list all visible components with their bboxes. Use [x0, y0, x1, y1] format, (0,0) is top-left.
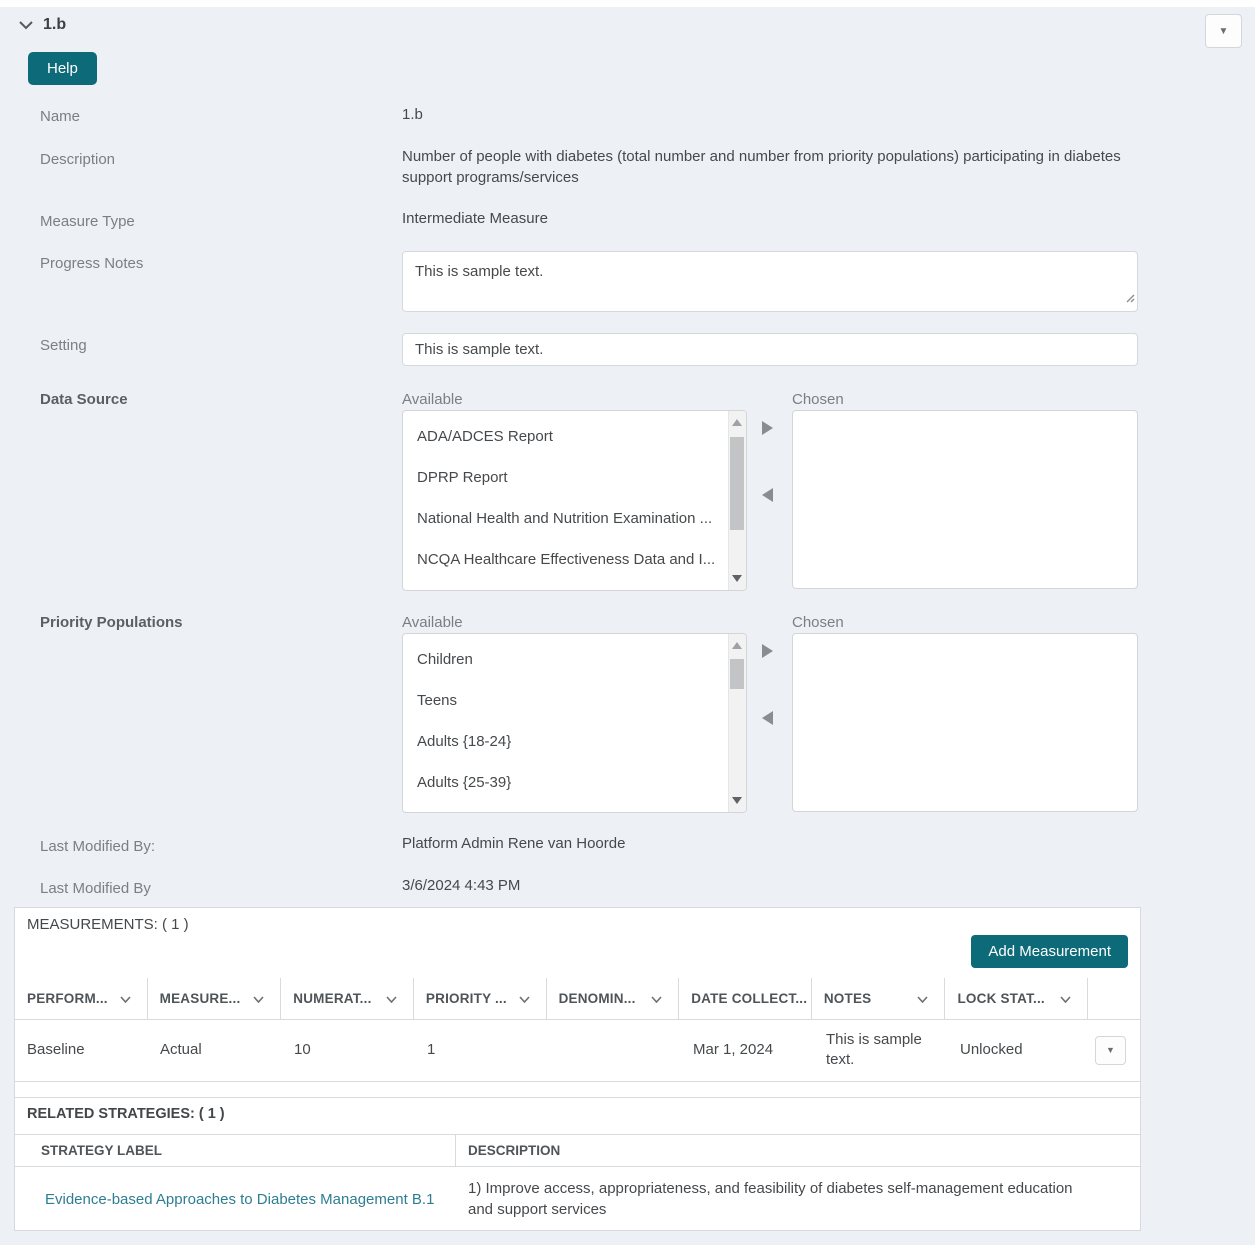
last-modified-by-label: Last Modified By:: [40, 838, 155, 855]
add-measurement-button[interactable]: Add Measurement: [971, 935, 1128, 968]
cell-lock-status: Unlocked: [948, 1040, 1091, 1060]
data-source-chosen-label: Chosen: [792, 391, 844, 408]
cell-date-collected: Mar 1, 2024: [681, 1040, 814, 1060]
resize-handle-icon[interactable]: [1123, 289, 1135, 309]
setting-input[interactable]: [402, 333, 1138, 366]
scroll-up-icon[interactable]: [732, 419, 742, 426]
last-modified-date-value: 3/6/2024 4:43 PM: [402, 875, 520, 896]
header-menu-button[interactable]: ▼: [1205, 14, 1242, 48]
measurements-table-header: PERFORM... MEASURE... NUMERAT... PRIORIT…: [15, 978, 1140, 1020]
cell-priority: 1: [415, 1040, 548, 1060]
help-button[interactable]: Help: [28, 52, 97, 85]
priority-populations-chosen-list[interactable]: [792, 633, 1138, 812]
scroll-up-icon[interactable]: [732, 642, 742, 649]
measurements-title: MEASUREMENTS: ( 1 ): [27, 916, 189, 933]
move-right-icon[interactable]: [762, 644, 773, 658]
scrollbar-thumb[interactable]: [730, 659, 744, 689]
chevron-down-icon[interactable]: [519, 991, 530, 1006]
name-value: 1.b: [402, 104, 423, 125]
section-header: 1.b: [18, 16, 66, 34]
list-item[interactable]: NCQA Healthcare Effectiveness Data and I…: [403, 539, 729, 580]
list-item[interactable]: Adults {18-24}: [403, 721, 729, 762]
column-header-strategy-label: STRATEGY LABEL: [15, 1134, 456, 1167]
measurements-panel: MEASUREMENTS: ( 1 ) Add Measurement PERF…: [14, 907, 1141, 1231]
section-divider: [15, 1097, 1140, 1098]
list-item[interactable]: DPRP Report: [403, 457, 729, 498]
scrollbar-thumb[interactable]: [730, 437, 744, 530]
list-item[interactable]: National Health and Nutrition Examinatio…: [403, 498, 729, 539]
list-item[interactable]: ADA/ADCES Report: [403, 416, 729, 457]
measure-detail-page: 1.b ▼ Help Name 1.b Description Number o…: [0, 0, 1255, 1245]
data-source-available-list[interactable]: ADA/ADCES Report DPRP Report National He…: [402, 410, 747, 591]
list-item[interactable]: Children: [403, 639, 729, 680]
data-source-chosen-list[interactable]: [792, 410, 1138, 589]
column-header-measure[interactable]: MEASURE...: [148, 978, 282, 1019]
priority-populations-available-items: Children Teens Adults {18-24} Adults {25…: [403, 634, 729, 812]
column-header-description: DESCRIPTION: [456, 1143, 1140, 1158]
move-left-icon[interactable]: [762, 488, 773, 502]
chevron-down-icon[interactable]: [120, 991, 131, 1006]
chevron-down-icon[interactable]: [651, 991, 662, 1006]
progress-notes-textarea[interactable]: This is sample text.: [402, 251, 1138, 312]
chevron-down-icon[interactable]: [1060, 991, 1071, 1006]
progress-notes-label: Progress Notes: [40, 255, 143, 272]
scrollbar[interactable]: [728, 411, 746, 590]
related-strategy-row: Evidence-based Approaches to Diabetes Ma…: [15, 1167, 1140, 1231]
column-header-date-collected[interactable]: DATE COLLECT...: [679, 978, 812, 1019]
cell-notes: This is sample text.: [814, 1030, 948, 1070]
list-item[interactable]: Adults {25-39}: [403, 762, 729, 803]
priority-populations-available-list[interactable]: Children Teens Adults {18-24} Adults {25…: [402, 633, 747, 813]
measure-type-value: Intermediate Measure: [402, 208, 548, 229]
cell-numerator: 10: [282, 1040, 415, 1060]
move-left-icon[interactable]: [762, 711, 773, 725]
data-source-available-items: ADA/ADCES Report DPRP Report National He…: [403, 411, 729, 590]
column-header-priority[interactable]: PRIORITY ...: [414, 978, 547, 1019]
related-strategies-title: RELATED STRATEGIES: ( 1 ): [27, 1106, 225, 1122]
scrollbar[interactable]: [728, 634, 746, 812]
scroll-down-icon[interactable]: [732, 575, 742, 582]
measure-type-label: Measure Type: [40, 213, 135, 230]
top-strip: [0, 0, 1255, 7]
caret-down-icon: ▼: [1219, 26, 1229, 37]
last-modified-by-value: Platform Admin Rene van Hoorde: [402, 833, 625, 854]
column-header-performance[interactable]: PERFORM...: [15, 978, 148, 1019]
caret-down-icon: ▼: [1106, 1045, 1115, 1055]
priority-populations-available-label: Available: [402, 614, 463, 631]
priority-populations-label: Priority Populations: [40, 614, 183, 631]
scroll-down-icon[interactable]: [732, 797, 742, 804]
column-header-numerator[interactable]: NUMERAT...: [281, 978, 414, 1019]
page-title: 1.b: [43, 16, 66, 34]
cell-strategy-description: 1) Improve access, appropriateness, and …: [456, 1178, 1140, 1220]
move-right-icon[interactable]: [762, 421, 773, 435]
column-header-lock-status[interactable]: LOCK STAT...: [945, 978, 1088, 1019]
measurement-row: Baseline Actual 10 1 Mar 1, 2024 This is…: [15, 1019, 1140, 1082]
chevron-down-icon[interactable]: [253, 991, 264, 1006]
data-source-label: Data Source: [40, 391, 128, 408]
row-menu-button[interactable]: ▼: [1095, 1036, 1126, 1065]
related-strategies-table-header: STRATEGY LABEL DESCRIPTION: [15, 1134, 1140, 1167]
priority-populations-chosen-label: Chosen: [792, 614, 844, 631]
progress-notes-text: This is sample text.: [415, 263, 543, 280]
cell-performance: Baseline: [15, 1040, 148, 1060]
cell-strategy-label: Evidence-based Approaches to Diabetes Ma…: [15, 1191, 456, 1208]
description-label: Description: [40, 151, 115, 168]
collapse-chevron-icon[interactable]: [18, 20, 34, 30]
strategy-link[interactable]: Evidence-based Approaches to Diabetes Ma…: [45, 1191, 434, 1208]
description-value: Number of people with diabetes (total nu…: [402, 146, 1142, 188]
column-header-denominator[interactable]: DENOMIN...: [547, 978, 680, 1019]
chevron-down-icon[interactable]: [386, 991, 397, 1006]
list-item[interactable]: Teens: [403, 680, 729, 721]
cell-actions: ▼: [1091, 1036, 1139, 1065]
chevron-down-icon[interactable]: [917, 991, 928, 1006]
cell-measure: Actual: [148, 1040, 282, 1060]
last-modified-date-label: Last Modified By: [40, 880, 151, 897]
data-source-available-label: Available: [402, 391, 463, 408]
name-label: Name: [40, 108, 80, 125]
column-header-notes[interactable]: NOTES: [812, 978, 946, 1019]
setting-label: Setting: [40, 337, 87, 354]
